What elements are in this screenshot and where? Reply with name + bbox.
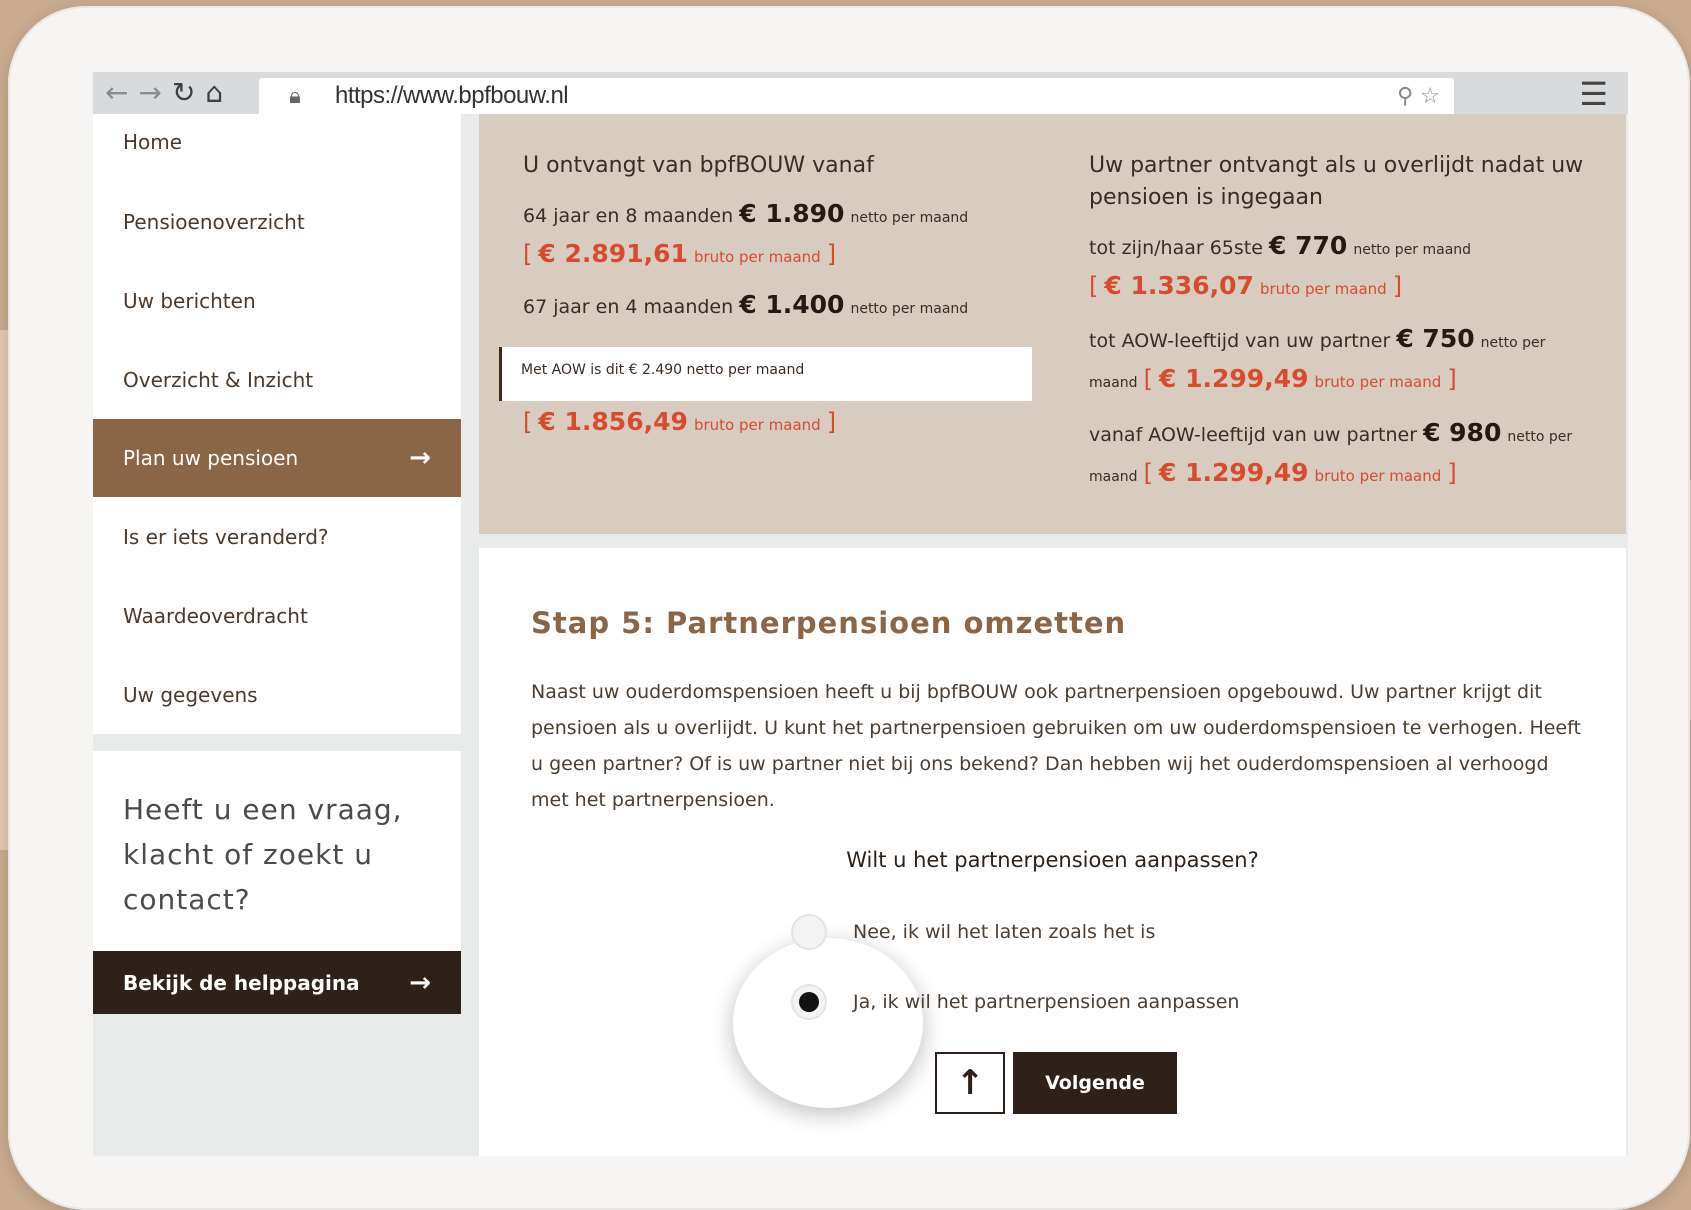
url-text: https://www.bpfbouw.nl	[335, 82, 569, 109]
help-question: Heeft u een vraag, klacht of zoekt u con…	[123, 793, 403, 916]
sidebar-menu: Home Pensioenoverzicht Uw berichten Over…	[93, 114, 461, 734]
sidebar-item-home[interactable]: Home	[93, 114, 461, 182]
tablet-frame: ← → ↻ ⌂ 🔒︎ https://www.bpfbouw.nl ⚲ ☆ ☰ …	[8, 6, 1690, 1210]
help-page-button[interactable]: Bekijk de helppagina →	[93, 951, 461, 1014]
address-bar[interactable]: 🔒︎ https://www.bpfbouw.nl ⚲ ☆	[259, 78, 1454, 114]
sidebar-item-overzicht[interactable]: Overzicht & Inzicht	[93, 340, 461, 419]
arrow-right-icon[interactable]: →	[138, 79, 161, 107]
arrow-up-icon[interactable]: ↑	[935, 1052, 1005, 1114]
lock-icon: 🔒︎	[289, 83, 301, 109]
aow-info-box: Met AOW is dit € 2.490 netto per maand	[499, 347, 1032, 401]
screen: ← → ↻ ⌂ 🔒︎ https://www.bpfbouw.nl ⚲ ☆ ☰ …	[93, 72, 1628, 1156]
help-box: Heeft u een vraag, klacht of zoekt u con…	[93, 751, 461, 951]
browser-toolbar: ← → ↻ ⌂ 🔒︎ https://www.bpfbouw.nl ⚲ ☆ ☰	[93, 72, 1628, 114]
browser-nav-buttons: ← → ↻ ⌂	[93, 79, 253, 107]
step-panel: Stap 5: Partnerpensioen omzetten Naast u…	[479, 548, 1626, 1156]
radio-yes[interactable]	[791, 984, 827, 1020]
focus-highlight	[733, 938, 923, 1108]
sidebar-item-plan-pensioen[interactable]: Plan uw pensioen →	[93, 419, 461, 497]
star-icon[interactable]: ☆	[1420, 84, 1440, 109]
sidebar-item-gegevens[interactable]: Uw gegevens	[93, 655, 461, 734]
summary-own-heading: U ontvangt van bpfBOUW vanaf	[523, 153, 874, 178]
arrow-right-icon: →	[409, 967, 431, 998]
sidebar-item-pensioenoverzicht[interactable]: Pensioenoverzicht	[93, 182, 461, 261]
radio-selected-dot	[799, 992, 819, 1012]
sidebar-item-waardeoverdracht[interactable]: Waardeoverdracht	[93, 576, 461, 655]
summary-partner-heading: Uw partner ontvangt als u overlijdt nada…	[1089, 153, 1584, 210]
sidebar-item-veranderd[interactable]: Is er iets veranderd?	[93, 497, 461, 576]
home-icon[interactable]: ⌂	[205, 79, 223, 107]
summary-partner: Uw partner ontvangt als u overlijdt nada…	[1089, 150, 1609, 495]
option-no[interactable]: Nee, ik wil het laten zoals het is	[791, 914, 1155, 950]
arrow-right-icon: →	[409, 443, 431, 473]
reload-icon[interactable]: ↻	[172, 79, 195, 107]
next-button[interactable]: Volgende	[1013, 1052, 1177, 1114]
sidebar-item-berichten[interactable]: Uw berichten	[93, 261, 461, 340]
arrow-left-icon[interactable]: ←	[105, 79, 128, 107]
pension-summary: U ontvangt van bpfBOUW vanaf 64 jaar en …	[479, 114, 1626, 534]
step-title: Stap 5: Partnerpensioen omzetten	[531, 606, 1127, 640]
question-label: Wilt u het partnerpensioen aanpassen?	[846, 848, 1259, 872]
option-yes[interactable]: Ja, ik wil het partnerpensioen aanpassen	[791, 984, 1239, 1020]
search-icon[interactable]: ⚲	[1397, 84, 1413, 109]
summary-own: U ontvangt van bpfBOUW vanaf 64 jaar en …	[523, 150, 1043, 327]
step-description: Naast uw ouderdomspensioen heeft u bij b…	[531, 681, 1581, 811]
radio-no[interactable]	[791, 914, 827, 950]
hamburger-menu-icon[interactable]: ☰	[1579, 78, 1608, 110]
sidebar: Home Pensioenoverzicht Uw berichten Over…	[93, 114, 461, 1014]
